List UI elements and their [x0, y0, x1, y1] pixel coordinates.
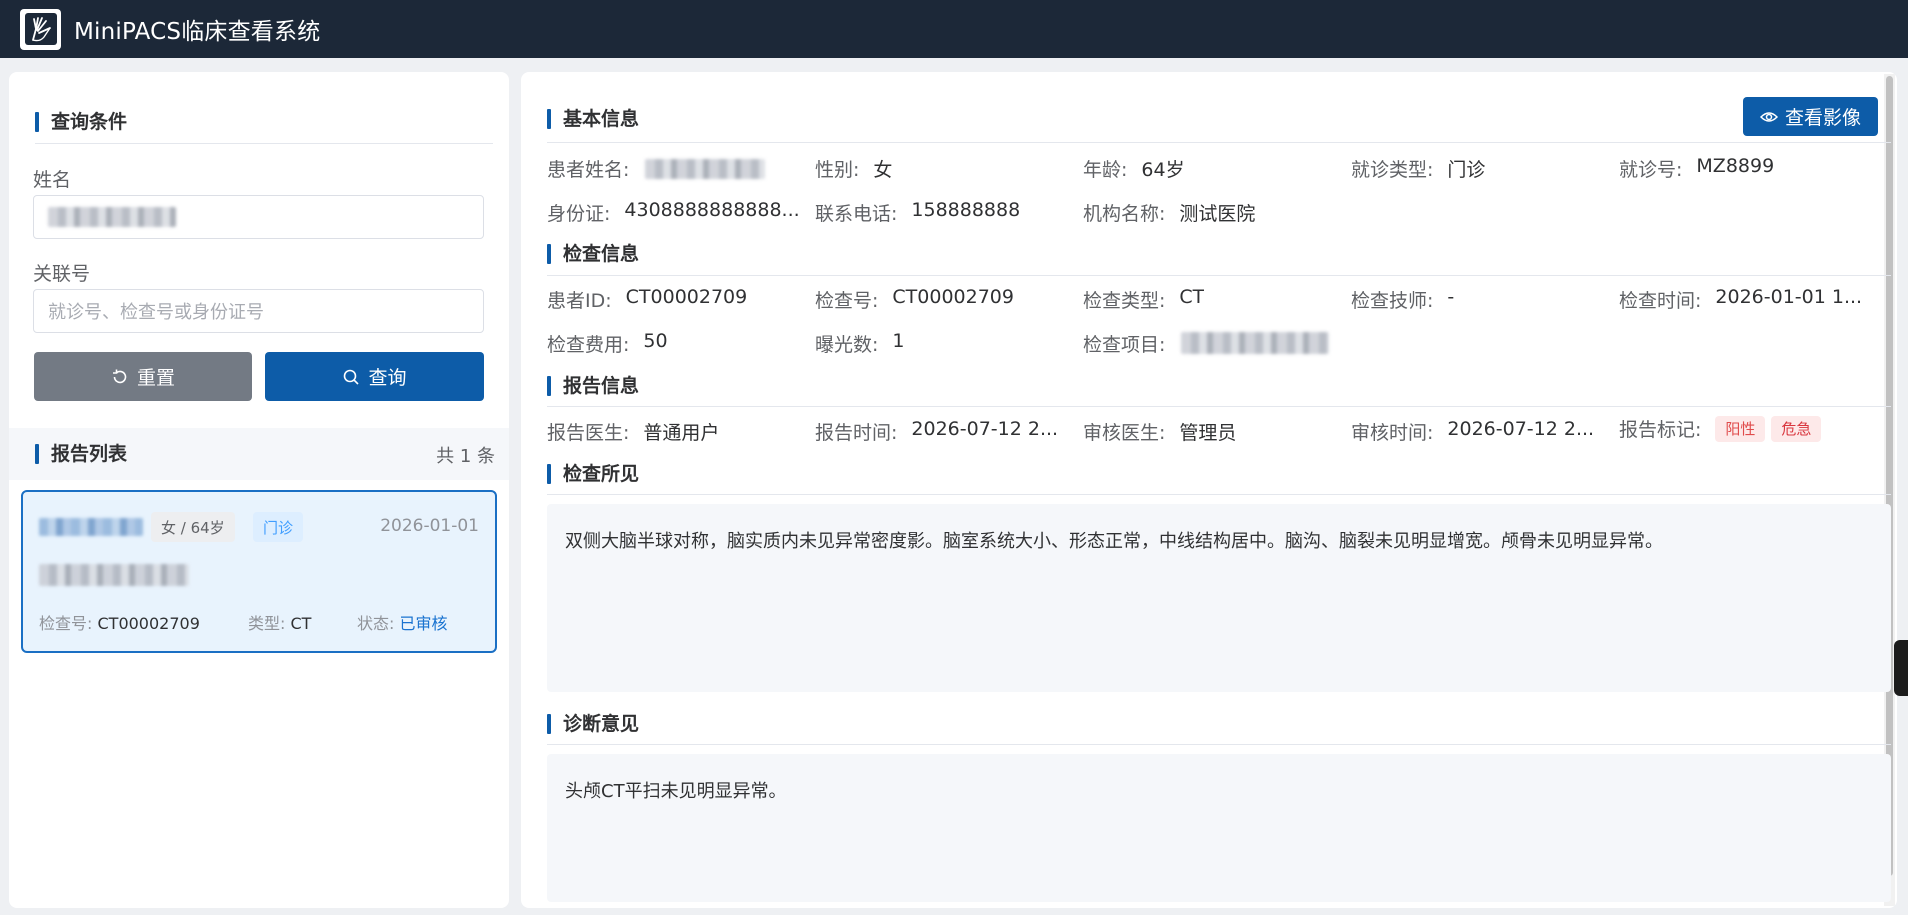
exam-info-title: 检查信息: [547, 242, 639, 266]
id-card-field: 身份证: 4308888888888...: [547, 199, 800, 225]
exam-no-field: 检查号: CT00002709: [815, 286, 1014, 312]
gender-age-tag: 女 / 64岁: [151, 512, 235, 542]
detail-panel: 基本信息 查看影像 患者姓名: 性别: 女 年龄: 64岁 就诊类型: 门诊 就诊号:…: [521, 72, 1897, 908]
redacted-patient-name: [645, 159, 766, 179]
view-images-button[interactable]: 查看影像: [1743, 97, 1878, 136]
findings-text: 双侧大脑半球对称，脑实质内未见异常密度影。脑室系统大小、形态正常，中线结构居中。…: [547, 504, 1891, 692]
redacted-exam-item: [39, 564, 189, 586]
link-number-input[interactable]: 就诊号、检查号或身份证号: [33, 289, 484, 333]
report-info-title: 报告信息: [547, 374, 639, 398]
divider: [547, 142, 1891, 143]
eye-icon: [1759, 111, 1778, 122]
xray-hand-icon: [20, 8, 61, 50]
redacted-exam-item: [1181, 332, 1330, 354]
patient-id-field: 患者ID: CT00002709: [547, 286, 748, 312]
exam-type-field: 检查类型: CT: [1083, 286, 1205, 312]
search-button[interactable]: 查询: [265, 352, 484, 401]
phone-field: 联系电话: 158888888: [815, 199, 1021, 225]
patient-name-field: 患者姓名:: [547, 155, 797, 182]
review-time-field: 审核时间: 2026-07-12 2...: [1351, 418, 1595, 444]
technician-field: 检查技师: -: [1351, 286, 1455, 312]
age-field: 年龄: 64岁: [1083, 159, 1185, 181]
report-doctor-field: 报告医生: 普通用户: [547, 422, 720, 444]
side-drawer-handle[interactable]: [1894, 640, 1908, 696]
link-number-label: 关联号: [33, 263, 91, 285]
flag-positive-badge: 阳性: [1715, 415, 1766, 442]
report-list-title: 报告列表: [35, 442, 127, 466]
reset-button[interactable]: 重置: [34, 352, 252, 401]
top-bar: MiniPACS临床查看系统: [0, 0, 1908, 58]
gender-field: 性别: 女: [815, 159, 893, 181]
divider: [35, 143, 493, 144]
reset-label: 重置: [136, 367, 175, 389]
card-status: 状态: 已审核: [357, 614, 448, 633]
visit-type-field: 就诊类型: 门诊: [1351, 159, 1486, 181]
visit-no-field: 就诊号: MZ8899: [1619, 155, 1775, 181]
divider: [547, 406, 1891, 407]
divider: [547, 275, 1891, 276]
link-number-placeholder: 就诊号、检查号或身份证号: [48, 302, 264, 323]
basic-info-title: 基本信息: [547, 107, 639, 131]
report-list-header: 报告列表 共 1 条: [9, 428, 509, 480]
report-list-count: 共 1 条: [436, 446, 495, 467]
card-type: 类型: CT: [248, 614, 312, 633]
refresh-icon: [112, 369, 127, 383]
diagnosis-title: 诊断意见: [547, 712, 639, 736]
search-label: 查询: [368, 367, 407, 389]
exam-time-field: 检查时间: 2026-01-01 1...: [1619, 286, 1863, 312]
divider: [547, 744, 1891, 745]
redacted-patient-name: [39, 518, 143, 536]
view-images-label: 查看影像: [1784, 107, 1861, 129]
report-flags-field: 报告标记: 阳性 危急: [1619, 415, 1881, 442]
org-field: 机构名称: 测试医院: [1083, 203, 1256, 225]
name-label: 姓名: [33, 169, 72, 191]
divider: [547, 494, 1891, 495]
visit-type-tag: 门诊: [253, 512, 304, 542]
search-icon: [344, 369, 360, 385]
query-section-title: 查询条件: [35, 110, 127, 134]
report-list-item[interactable]: 女 / 64岁 门诊 2026-01-01 检查号: CT00002709 类型…: [21, 490, 497, 653]
report-date: 2026-01-01: [380, 516, 479, 536]
exposure-field: 曝光数: 1: [815, 330, 905, 356]
diagnosis-text: 头颅CT平扫未见明显异常。: [547, 754, 1891, 902]
exam-fee-field: 检查费用: 50: [547, 330, 668, 356]
report-time-field: 报告时间: 2026-07-12 2...: [815, 418, 1059, 444]
name-input[interactable]: [33, 195, 484, 239]
flag-critical-badge: 危急: [1771, 415, 1822, 442]
reviewer-field: 审核医生: 管理员: [1083, 422, 1237, 444]
app-title: MiniPACS临床查看系统: [74, 19, 321, 45]
card-exam-no: 检查号: CT00002709: [39, 614, 200, 633]
redacted-name: [48, 207, 176, 227]
findings-title: 检查所见: [547, 462, 639, 486]
exam-item-field: 检查项目:: [1083, 330, 1345, 357]
query-panel: 查询条件 姓名 关联号 就诊号、检查号或身份证号 重置 查询 报告列表 共 1 …: [9, 72, 509, 908]
